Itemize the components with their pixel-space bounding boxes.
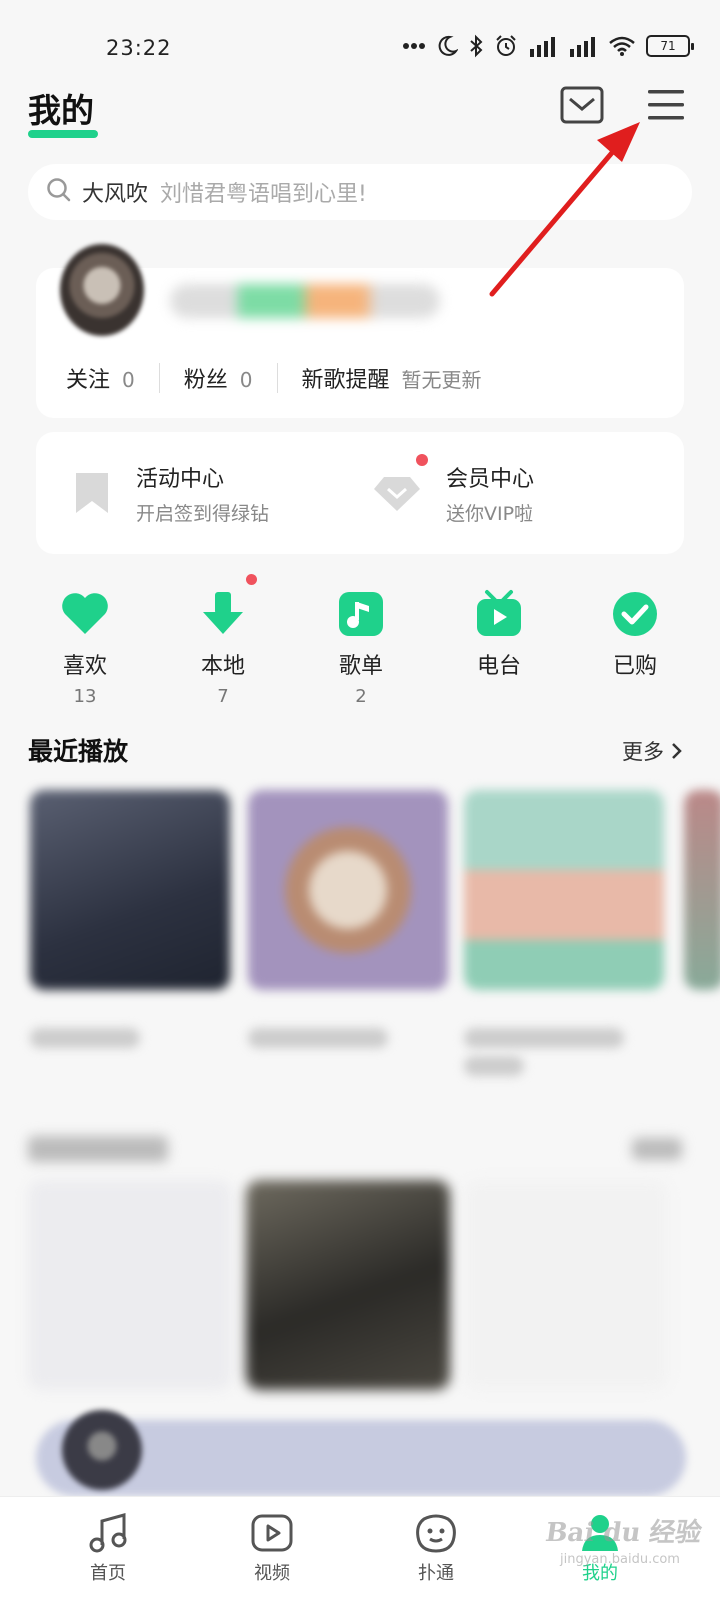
- vip-center-entry[interactable]: 会员中心 送你VIP啦: [372, 432, 534, 554]
- blurred-more-link: [632, 1138, 682, 1160]
- nav-home[interactable]: 首页: [48, 1511, 168, 1585]
- battery-icon: 71: [646, 35, 694, 57]
- quick-item-playlists[interactable]: 歌单 2: [306, 588, 416, 707]
- divider: [276, 363, 278, 393]
- face-icon: [416, 1514, 456, 1553]
- radio-tv-icon: [477, 590, 521, 636]
- recent-section-title: 最近播放: [28, 737, 129, 766]
- profile-stats: 关注 0 粉丝 0 新歌提醒 暂无更新: [66, 362, 482, 394]
- status-icons: 71: [402, 34, 694, 58]
- diamond-icon: [374, 477, 420, 511]
- vip-center-subtitle: 送你VIP啦: [446, 502, 534, 525]
- activity-center-subtitle: 开启签到得绿钻: [136, 502, 270, 525]
- activity-center-title: 活动中心: [136, 466, 225, 492]
- follow-stat[interactable]: 关注 0: [66, 362, 135, 394]
- quick-entries: 喜欢 13 本地 7 歌单 2 电台 已购: [0, 574, 720, 708]
- recent-more-link[interactable]: 更多: [622, 736, 682, 766]
- menu-button[interactable]: [646, 86, 686, 124]
- quick-item-favorites[interactable]: 喜欢 13: [30, 588, 140, 707]
- hamburger-menu-icon: [648, 90, 684, 120]
- activity-card: 活动中心 开启签到得绿钻 会员中心 送你VIP啦: [36, 432, 684, 554]
- divider: [158, 363, 160, 393]
- recent-caption-3: [464, 1028, 624, 1048]
- blurred-tile-1[interactable]: [28, 1180, 232, 1390]
- heart-icon: [62, 593, 108, 634]
- moon-icon: [436, 35, 458, 57]
- bookmark-icon: [76, 473, 108, 513]
- notification-dot: [416, 454, 428, 466]
- recent-cover-2[interactable]: [248, 790, 448, 990]
- status-bar: 23:22 71: [0, 0, 720, 90]
- status-time: 23:22: [106, 36, 172, 60]
- title-underline: [28, 130, 98, 138]
- recent-cover-3[interactable]: [464, 790, 664, 990]
- alarm-icon: [494, 34, 518, 58]
- baidu-watermark: Bai du 经验: [543, 1518, 704, 1548]
- chevron-right-icon: [672, 743, 682, 759]
- signal-hd-icon: [528, 35, 558, 57]
- nav-video[interactable]: 视频: [212, 1511, 332, 1585]
- vip-center-title: 会员中心: [446, 466, 535, 492]
- blurred-tile-3[interactable]: [464, 1180, 668, 1390]
- notification-dot: [246, 574, 257, 585]
- recent-cover-4[interactable]: [684, 790, 720, 990]
- quick-item-radio[interactable]: 电台: [444, 588, 554, 706]
- search-bar[interactable]: 大风吹 刘惜君粤语唱到心里!: [28, 164, 692, 220]
- search-hint: 刘惜君粤语唱到心里!: [160, 182, 367, 207]
- activity-center-entry[interactable]: 活动中心 开启签到得绿钻: [72, 432, 269, 554]
- username-blurred[interactable]: [170, 284, 440, 318]
- more-dots-icon: [402, 41, 426, 51]
- mail-icon: [560, 86, 604, 124]
- quick-item-local[interactable]: 本地 7: [168, 574, 278, 707]
- fans-stat[interactable]: 粉丝 0: [184, 362, 253, 394]
- avatar[interactable]: [60, 244, 144, 336]
- recent-caption-1: [30, 1028, 140, 1048]
- blurred-tile-2[interactable]: [246, 1180, 450, 1390]
- recent-cover-1[interactable]: [30, 790, 230, 990]
- mini-player-cover[interactable]: [62, 1410, 142, 1490]
- search-hot-word: 大风吹: [82, 182, 149, 207]
- video-play-icon: [251, 1514, 293, 1552]
- page-title: 我的: [28, 91, 94, 130]
- check-circle-icon: [613, 592, 657, 636]
- mail-button[interactable]: [560, 86, 604, 124]
- recent-caption-2: [248, 1028, 388, 1048]
- download-icon: [203, 592, 243, 634]
- signal-hd-icon-2: [568, 35, 598, 57]
- nav-putong[interactable]: 扑通: [376, 1511, 496, 1585]
- recent-caption-3b: [464, 1056, 524, 1076]
- bluetooth-icon: [468, 34, 484, 58]
- quick-item-purchased[interactable]: 已购: [580, 588, 690, 706]
- blurred-section-heading: [28, 1136, 168, 1162]
- music-icon: [89, 1513, 127, 1553]
- search-icon: [46, 177, 72, 207]
- music-note-icon: [339, 592, 383, 636]
- watermark-url: jingyan.baidu.com: [560, 1552, 680, 1567]
- new-song-reminder[interactable]: 新歌提醒 暂无更新: [302, 362, 482, 394]
- wifi-icon: [608, 35, 636, 57]
